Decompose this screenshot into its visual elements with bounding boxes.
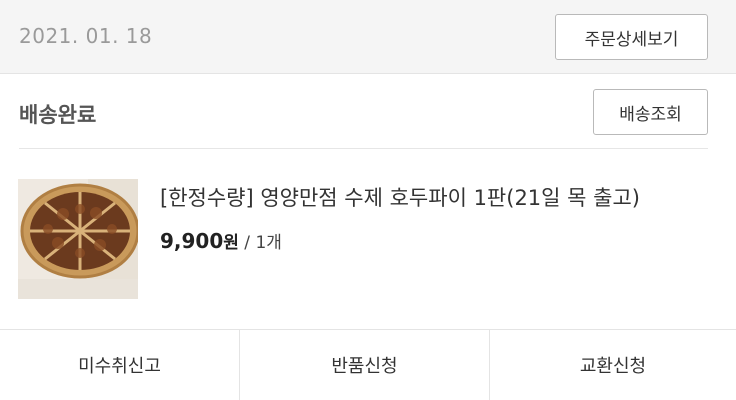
price-unit: 원 [223, 233, 239, 253]
track-delivery-button[interactable]: 배송조회 [593, 89, 708, 135]
order-date: 2021. 01. 18 [19, 24, 153, 48]
order-header: 2021. 01. 18 주문상세보기 [0, 0, 736, 74]
pecan-pie-icon [18, 179, 138, 299]
product-price-line: 9,900원 / 1개 [160, 228, 282, 253]
divider [19, 148, 708, 149]
exchange-request-button[interactable]: 교환신청 [489, 330, 736, 400]
order-detail-button[interactable]: 주문상세보기 [555, 14, 708, 60]
delivery-status-row: 배송완료 배송조회 [0, 75, 736, 149]
product-price: 9,900 [160, 229, 224, 253]
order-actions-bar: 미수취신고 반품신청 교환신청 [0, 329, 736, 400]
product-title[interactable]: [한정수량] 영양만점 수제 호두파이 1판(21일 목 출고) [160, 182, 640, 212]
return-request-button[interactable]: 반품신청 [239, 330, 489, 400]
product-image[interactable] [18, 179, 138, 299]
report-missing-button[interactable]: 미수취신고 [0, 330, 239, 400]
delivery-status: 배송완료 [19, 103, 97, 127]
product-quantity: / 1개 [238, 233, 282, 253]
